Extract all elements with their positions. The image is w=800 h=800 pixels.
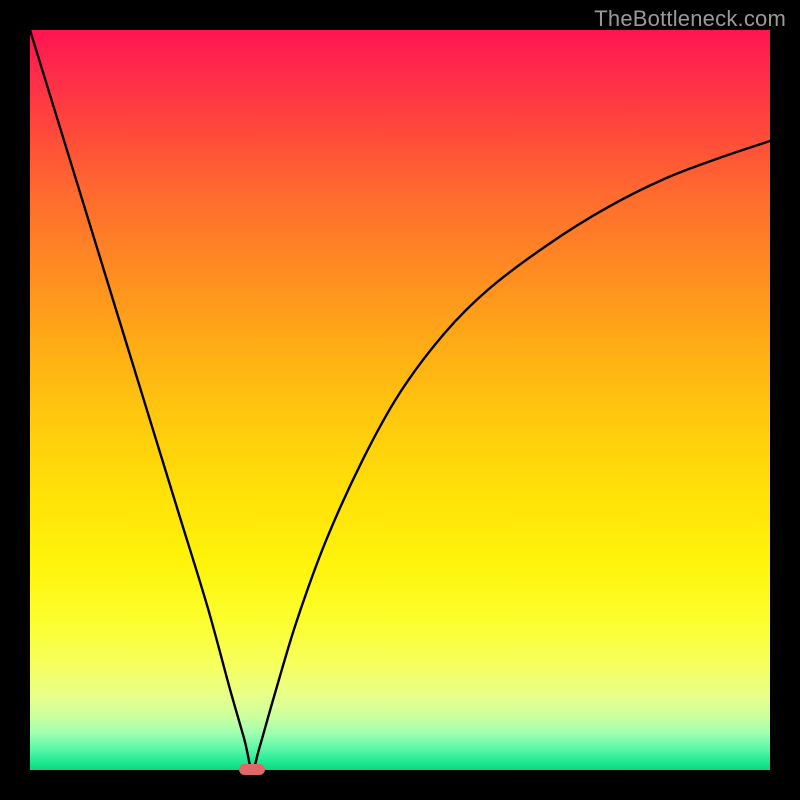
chart-frame: TheBottleneck.com — [0, 0, 800, 800]
watermark-text: TheBottleneck.com — [594, 6, 786, 32]
bottleneck-curve — [30, 30, 770, 770]
plot-area — [30, 30, 770, 770]
minimum-marker — [239, 764, 265, 775]
